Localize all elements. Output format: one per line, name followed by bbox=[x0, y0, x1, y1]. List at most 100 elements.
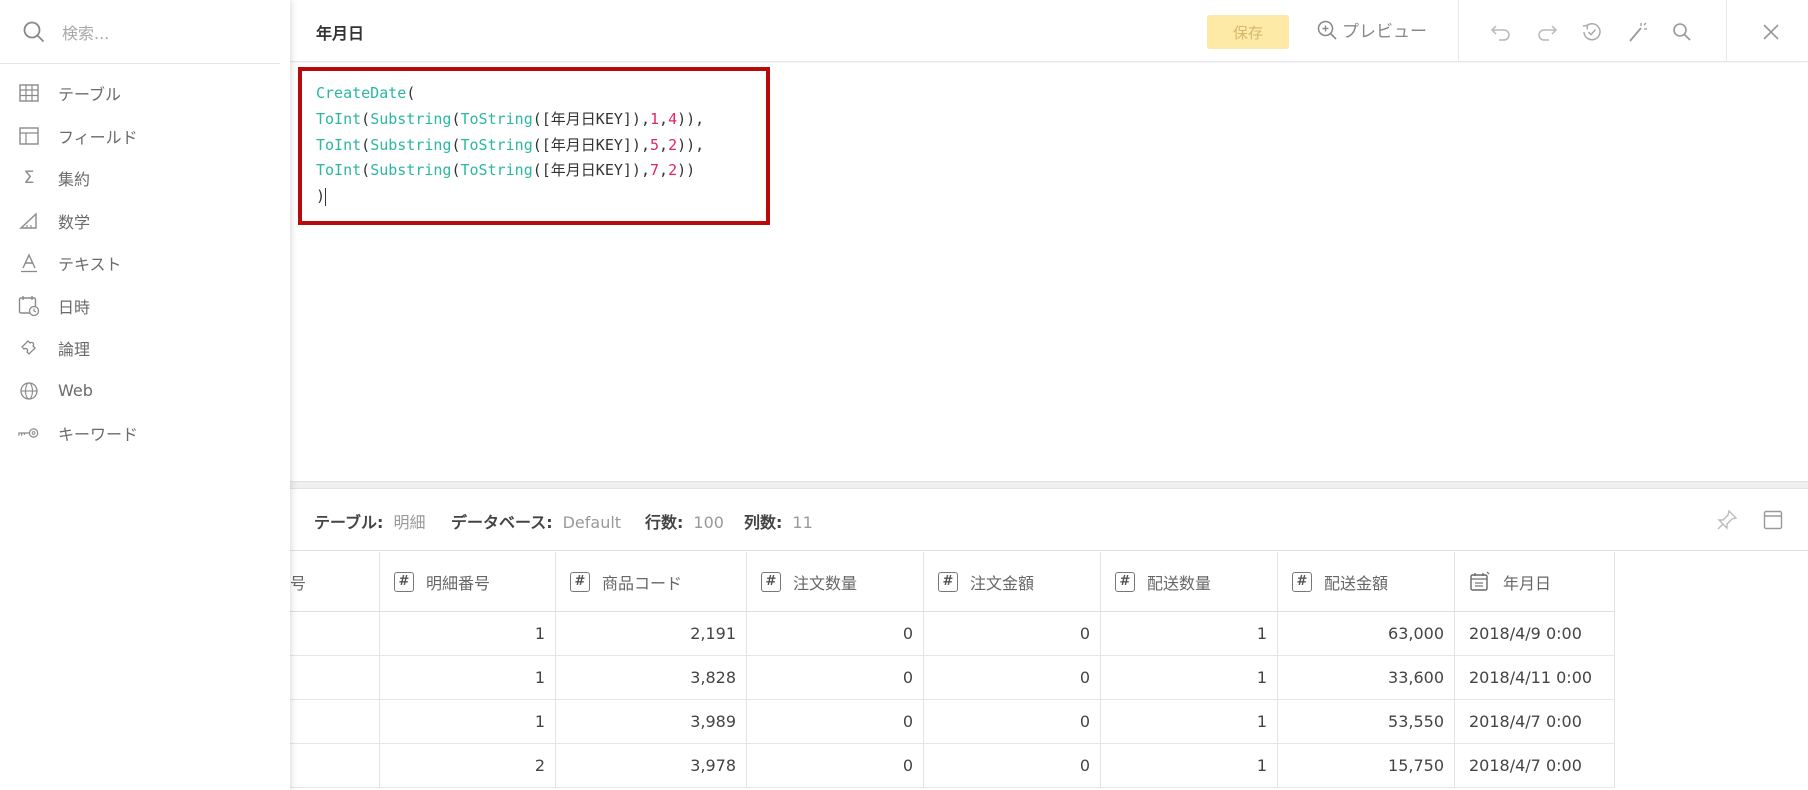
category-label: 日時 bbox=[58, 297, 91, 317]
number-type-icon: # bbox=[938, 571, 958, 592]
table-cell: 63,000 bbox=[1278, 612, 1455, 655]
field-title: 年月日 bbox=[316, 24, 365, 43]
category-label: Web bbox=[58, 381, 93, 401]
column-header[interactable]: # 明細番号 bbox=[380, 552, 556, 611]
header-divider bbox=[1726, 0, 1727, 62]
table-icon bbox=[18, 82, 40, 104]
table-cell: 2018/4/7 0:00 bbox=[1455, 700, 1615, 743]
save-button[interactable]: 保存 bbox=[1207, 15, 1289, 49]
category-text[interactable]: テキスト bbox=[0, 242, 290, 285]
code-line: ToInt(Substring(ToString([年月日KEY]),5,2))… bbox=[316, 135, 705, 154]
history-icon[interactable] bbox=[1579, 19, 1605, 45]
category-datetime[interactable]: 日時 bbox=[0, 285, 290, 328]
globe-icon bbox=[18, 380, 40, 402]
table-cell: 0 bbox=[924, 656, 1101, 699]
column-header[interactable]: # 注文数量 bbox=[747, 552, 924, 611]
category-label: テーブル bbox=[58, 85, 122, 105]
magic-wand-icon[interactable] bbox=[1624, 19, 1650, 45]
column-header[interactable]: # 配送金額 bbox=[1278, 552, 1455, 611]
info-table-key: テーブル: bbox=[314, 513, 384, 532]
column-header[interactable]: # 商品コード bbox=[556, 552, 747, 611]
close-icon[interactable] bbox=[1758, 19, 1784, 45]
table-cell: 1 bbox=[1101, 744, 1278, 787]
table-row: 1 3,828 0 0 1 33,600 2018/4/11 0:00 bbox=[290, 656, 1615, 700]
info-columns-value: 11 bbox=[792, 513, 813, 532]
category-list: テーブル フィールド Σ 集約 数学 テキスト 日時 論理 Web キーワード bbox=[0, 72, 290, 455]
text-icon bbox=[18, 252, 40, 274]
table-cell bbox=[290, 744, 380, 787]
category-label: 集約 bbox=[58, 170, 91, 190]
table-cell: 0 bbox=[747, 656, 924, 699]
table-cell: 2,191 bbox=[556, 612, 747, 655]
category-label: 数学 bbox=[58, 212, 91, 232]
table-cell: 3,989 bbox=[556, 700, 747, 743]
number-type-icon: # bbox=[761, 571, 781, 592]
table-header-row: 号 # 明細番号 # 商品コード # 注文数量 # 注文金額 # 配送数量 # 配送金額 年月日 bbox=[290, 552, 1615, 612]
table-row: 1 3,989 0 0 1 53,550 2018/4/7 0:00 bbox=[290, 700, 1615, 744]
category-table[interactable]: テーブル bbox=[0, 72, 290, 115]
puzzle-icon bbox=[18, 337, 40, 359]
preview-button[interactable]: プレビュー bbox=[1316, 17, 1427, 42]
table-cell: 2018/4/9 0:00 bbox=[1455, 612, 1615, 655]
info-columns: 列数: 11 bbox=[744, 509, 813, 533]
formula-editor[interactable]: CreateDate(ToInt(Substring(ToString([年月日… bbox=[290, 63, 1808, 481]
table-cell: 33,600 bbox=[1278, 656, 1455, 699]
info-database-value: Default bbox=[562, 513, 622, 532]
column-header-label: 注文金額 bbox=[970, 573, 1035, 593]
code-line: ToInt(Substring(ToString([年月日KEY]),1,4))… bbox=[316, 109, 705, 128]
number-type-icon: # bbox=[1115, 571, 1135, 592]
column-header[interactable]: # 配送数量 bbox=[1101, 552, 1278, 611]
category-field[interactable]: フィールド bbox=[0, 115, 290, 158]
column-header-label: 年月日 bbox=[1503, 573, 1552, 593]
preview-table: 号 # 明細番号 # 商品コード # 注文数量 # 注文金額 # 配送数量 # 配送金額 年月日 1 2,19… bbox=[290, 552, 1808, 790]
category-web[interactable]: Web bbox=[0, 370, 290, 413]
search-bar[interactable]: 検索... bbox=[0, 0, 280, 64]
code-line: ) bbox=[316, 187, 327, 206]
panel-toggle-icon[interactable] bbox=[1760, 507, 1786, 533]
code-line: ToInt(Substring(ToString([年月日KEY]),7,2)) bbox=[316, 161, 696, 180]
pin-icon[interactable] bbox=[1714, 507, 1740, 533]
function-sidebar: 検索... テーブル フィールド Σ 集約 数学 テキスト 日時 論理 Web … bbox=[0, 0, 290, 790]
table-cell: 1 bbox=[380, 656, 556, 699]
column-header-label: 商品コード bbox=[602, 573, 683, 593]
editor-header: 年月日 保存 プレビュー bbox=[290, 0, 1808, 62]
table-cell: 0 bbox=[747, 744, 924, 787]
table-cell: 1 bbox=[1101, 656, 1278, 699]
column-header[interactable]: # 注文金額 bbox=[924, 552, 1101, 611]
search-input[interactable]: 検索... bbox=[62, 20, 109, 44]
info-table-value: 明細 bbox=[393, 513, 426, 532]
column-header-label: 配送金額 bbox=[1324, 573, 1389, 593]
table-cell: 1 bbox=[380, 612, 556, 655]
key-icon bbox=[18, 422, 40, 444]
column-header-label: 注文数量 bbox=[793, 573, 858, 593]
header-divider bbox=[1458, 0, 1459, 62]
info-rows-key: 行数: bbox=[645, 513, 684, 532]
info-table: テーブル: 明細 bbox=[314, 509, 425, 533]
category-label: 論理 bbox=[58, 340, 91, 360]
category-aggregate[interactable]: Σ 集約 bbox=[0, 157, 290, 200]
preview-info-bar: テーブル: 明細 データベース: Default 行数: 100 列数: 11 bbox=[290, 489, 1808, 551]
table-cell: 3,978 bbox=[556, 744, 747, 787]
table-cell: 1 bbox=[1101, 612, 1278, 655]
table-cell bbox=[290, 612, 380, 655]
number-type-icon: # bbox=[1292, 571, 1312, 592]
redo-icon[interactable] bbox=[1534, 19, 1560, 45]
category-math[interactable]: 数学 bbox=[0, 200, 290, 243]
undo-icon[interactable] bbox=[1488, 19, 1514, 45]
column-header-partial[interactable]: 号 bbox=[290, 552, 380, 611]
category-label: テキスト bbox=[58, 255, 122, 275]
category-keyword[interactable]: キーワード bbox=[0, 412, 290, 455]
info-rows: 行数: 100 bbox=[645, 509, 724, 533]
column-header[interactable]: 年月日 bbox=[1455, 552, 1615, 611]
table-cell: 2 bbox=[380, 744, 556, 787]
info-database-key: データベース: bbox=[451, 513, 553, 532]
formula-code[interactable]: CreateDate(ToInt(Substring(ToString([年月日… bbox=[316, 81, 704, 210]
panel-resize-handle[interactable] bbox=[290, 481, 1808, 489]
table-cell: 15,750 bbox=[1278, 744, 1455, 787]
search-icon bbox=[23, 21, 45, 42]
field-icon bbox=[18, 125, 40, 147]
calendar-clock-icon bbox=[18, 295, 40, 317]
search-icon[interactable] bbox=[1669, 19, 1695, 45]
category-logic[interactable]: 論理 bbox=[0, 327, 290, 370]
column-header-label: 配送数量 bbox=[1147, 573, 1212, 593]
